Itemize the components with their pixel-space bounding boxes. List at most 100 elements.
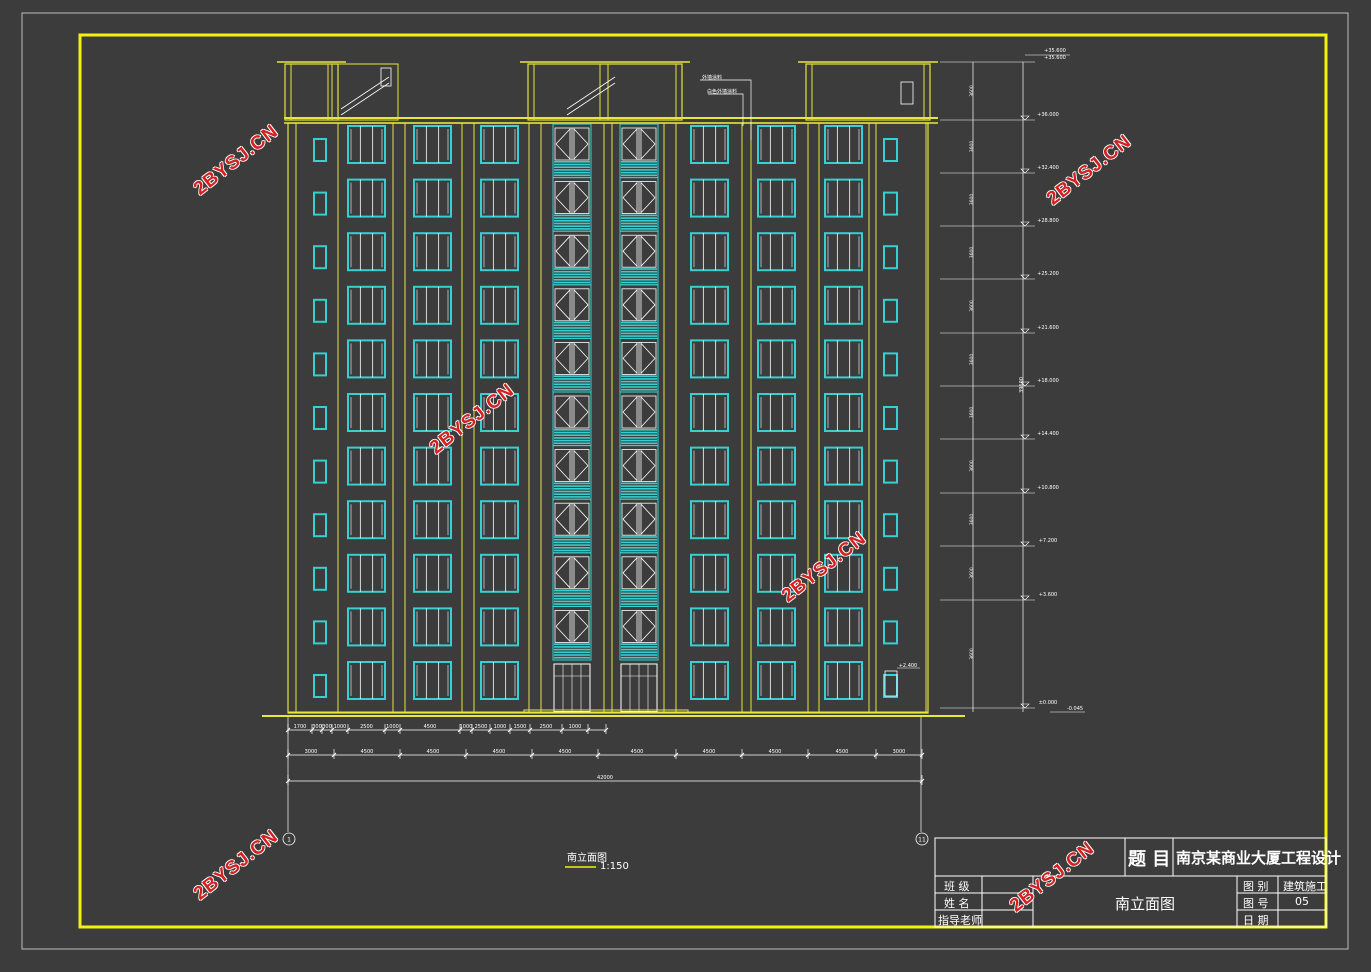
louver <box>621 169 657 171</box>
elevation-label: +3.600 <box>1039 592 1058 598</box>
louver <box>621 321 657 324</box>
elevation-label: ±0.000 <box>1039 700 1058 706</box>
louver <box>554 437 590 439</box>
louver <box>554 388 590 391</box>
dim-label: 4500 <box>836 749 849 755</box>
dim-label: 4500 <box>703 749 716 755</box>
louver <box>621 595 657 597</box>
louver <box>621 378 657 380</box>
leader-note: 外墙涂料 <box>702 74 722 81</box>
storey-height: 3600 <box>969 648 975 660</box>
louver <box>554 335 590 337</box>
dim-label: 1000 <box>386 724 399 730</box>
louver <box>554 490 590 493</box>
louver <box>554 169 590 171</box>
louver <box>621 482 657 485</box>
louver <box>554 493 590 495</box>
elevation-label: +32.400 <box>1037 165 1059 171</box>
louver <box>554 174 590 177</box>
louver <box>621 600 657 603</box>
dim-label: 1000 <box>334 724 347 730</box>
dim-label: 1500 <box>514 724 527 730</box>
louver <box>554 429 590 431</box>
louver <box>621 439 657 442</box>
title-label: 题 目 <box>1128 849 1171 870</box>
elevation-label: +7.200 <box>1039 538 1058 544</box>
louver <box>554 431 590 434</box>
louver <box>554 439 590 442</box>
dim-label: 4500 <box>559 749 572 755</box>
louver <box>554 375 590 377</box>
louver <box>621 383 657 386</box>
dim-label: 2500 <box>540 724 553 730</box>
axis-label: 11 <box>918 837 926 844</box>
dim-label: 2500 <box>360 724 373 730</box>
louver <box>554 646 590 648</box>
louver <box>554 536 590 538</box>
category-value: 建筑施工 <box>1283 880 1327 893</box>
dim-label: 2500 <box>475 724 488 730</box>
axis-label: 1 <box>287 837 291 844</box>
louver <box>621 549 657 552</box>
louver <box>621 536 657 538</box>
louver <box>621 488 657 490</box>
storey-height: 3600 <box>969 300 975 312</box>
number-value: 05 <box>1295 895 1309 908</box>
louver <box>554 321 590 324</box>
elevation-label: +35.600 <box>1044 48 1066 54</box>
louver <box>554 597 590 600</box>
dim-label: 4500 <box>361 749 374 755</box>
louver <box>621 161 657 163</box>
elevation-label: +18.000 <box>1037 378 1059 384</box>
louver <box>621 268 657 270</box>
louver <box>554 268 590 270</box>
louver <box>554 214 590 217</box>
elevation-label: +10.800 <box>1037 485 1059 491</box>
louver <box>621 332 657 335</box>
dim-label: 1000 <box>569 724 582 730</box>
dim-label: 4500 <box>427 749 440 755</box>
louver <box>554 595 590 597</box>
elevation-label: +36.000 <box>1037 112 1059 118</box>
storey-height: 3600 <box>969 141 975 153</box>
louver <box>621 335 657 337</box>
dim-label: 4500 <box>769 749 782 755</box>
storey-height: 3600 <box>969 247 975 259</box>
louver <box>554 643 590 645</box>
louver <box>554 603 590 605</box>
louver <box>554 273 590 276</box>
louver <box>554 279 590 281</box>
louver <box>554 488 590 490</box>
total-dim-label: 42000 <box>597 775 613 781</box>
project-title: 南京某商业大厦工程设计 <box>1176 849 1342 867</box>
louver <box>621 386 657 388</box>
number-label: 图 号 <box>1243 897 1269 910</box>
louver <box>554 327 590 329</box>
louver <box>554 541 590 544</box>
louver <box>621 222 657 225</box>
louver <box>621 651 657 654</box>
louver <box>621 327 657 329</box>
louver <box>554 220 590 222</box>
louver <box>621 442 657 445</box>
louver <box>554 270 590 273</box>
louver <box>621 654 657 656</box>
name-label: 姓 名 <box>944 897 970 910</box>
leader-note: 白色外墙涂料 <box>707 88 737 95</box>
dim-label: 4500 <box>424 724 437 730</box>
louver <box>621 592 657 595</box>
ground-level-label: -0.045 <box>1067 706 1083 712</box>
louver <box>554 161 590 163</box>
louver <box>554 166 590 168</box>
dim-label: 4500 <box>493 749 506 755</box>
louver <box>621 388 657 391</box>
drawing-name: 南立面图 <box>1115 895 1176 913</box>
louver <box>554 544 590 546</box>
elevation-label: +28.800 <box>1037 218 1059 224</box>
louver <box>554 648 590 651</box>
louver <box>554 332 590 335</box>
storey-height: 3600 <box>969 85 975 97</box>
louver <box>554 171 590 174</box>
elevation-label: +35.600 <box>1044 55 1066 61</box>
louver <box>621 437 657 439</box>
